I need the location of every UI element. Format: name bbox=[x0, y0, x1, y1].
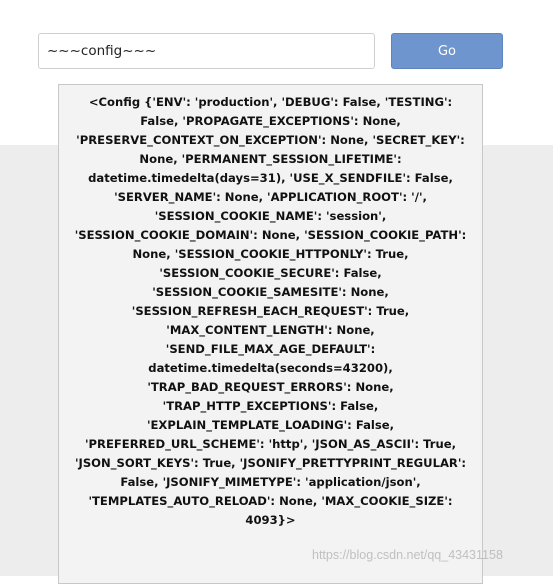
result-panel: <Config {'ENV': 'production', 'DEBUG': F… bbox=[58, 84, 483, 584]
config-output-text: <Config {'ENV': 'production', 'DEBUG': F… bbox=[74, 95, 467, 527]
go-button[interactable]: Go bbox=[391, 33, 503, 69]
search-input[interactable] bbox=[38, 33, 375, 69]
